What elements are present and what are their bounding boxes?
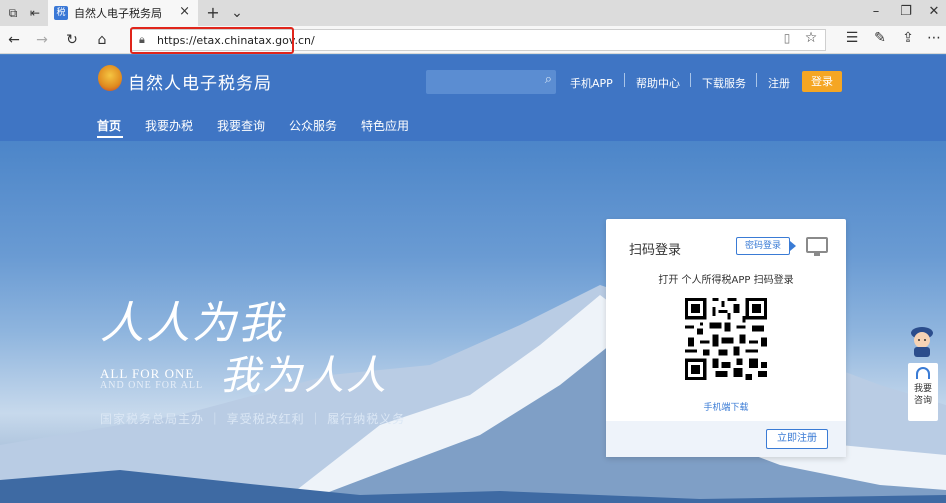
tab-actions-icon[interactable]: ⧉: [4, 4, 22, 22]
browser-tab-bar: ⧉ ⇤ 税 自然人电子税务局 × + ⌄ – ❐ ✕: [0, 0, 946, 26]
tax-emblem-icon: [98, 65, 122, 91]
login-button[interactable]: 登录: [802, 71, 842, 92]
menu-active-indicator: [97, 136, 123, 138]
tab-close-icon[interactable]: ×: [179, 4, 190, 19]
share-icon[interactable]: ⇪: [898, 30, 918, 46]
mobile-download-link[interactable]: 手机端下载: [606, 400, 846, 413]
tab-favicon-icon: 税: [54, 6, 68, 20]
home-icon[interactable]: ⌂: [92, 30, 112, 50]
slogan-cn-line2: 我为人人: [220, 353, 388, 399]
link-mobile-app[interactable]: 手机APP: [570, 75, 613, 91]
tab-list-icon[interactable]: ⌄: [228, 4, 246, 22]
tab-back-icon[interactable]: ⇤: [26, 4, 44, 22]
site-page: 自然人电子税务局 ⌕ 手机APP 帮助中心 下载服务 注册 登录 首页 我要办税…: [0, 55, 946, 503]
reading-view-icon[interactable]: ▯: [777, 31, 797, 45]
divider: [690, 73, 691, 87]
slogan-en-line2: AND ONE FOR ALL: [100, 380, 204, 391]
divider: [756, 73, 757, 87]
minimize-icon[interactable]: –: [866, 4, 886, 19]
qr-login-title: 扫码登录: [629, 243, 682, 258]
link-register[interactable]: 注册: [768, 75, 790, 91]
slogan-cn-line1: 人人为我: [100, 298, 284, 349]
divider: [624, 73, 625, 87]
search-icon[interactable]: ⌕: [545, 72, 552, 87]
consult-label-line1: 我要: [913, 384, 932, 394]
browser-tab[interactable]: 税 自然人电子税务局 ×: [48, 0, 198, 26]
menu-home[interactable]: 首页: [97, 117, 121, 134]
close-window-icon[interactable]: ✕: [924, 4, 944, 19]
menu-query[interactable]: 我要查询: [217, 117, 265, 134]
notes-pen-icon[interactable]: ✎: [870, 30, 890, 46]
back-icon[interactable]: ←: [4, 30, 24, 50]
menu-tax-service[interactable]: 我要办税: [145, 117, 193, 134]
consult-label: 我要 咨询: [908, 383, 938, 407]
site-header: 自然人电子税务局 ⌕ 手机APP 帮助中心 下载服务 注册 登录 首页 我要办税…: [0, 55, 946, 141]
consult-widget[interactable]: 我要 咨询: [908, 363, 938, 421]
favorites-icon[interactable]: ☰: [842, 30, 862, 46]
register-now-button[interactable]: 立即注册: [766, 429, 828, 449]
qr-login-hint: 打开 个人所得税APP 扫码登录: [658, 275, 794, 286]
hero-tagline: 国家税务总局主办 ｜ 享受税改红利 ｜ 履行纳税义务: [100, 412, 406, 426]
menu-public-service[interactable]: 公众服务: [289, 117, 337, 134]
address-bar: ← → ↻ ⌂ 🔒︎ https://etax.chinatax.gov.cn/…: [0, 26, 946, 54]
password-login-button[interactable]: 密码登录: [736, 237, 790, 255]
url-highlight-box: [130, 27, 294, 54]
arrow-right-icon: [790, 241, 796, 251]
headset-icon: [916, 367, 930, 379]
restore-icon[interactable]: ❐: [896, 4, 916, 19]
menu-featured-apps[interactable]: 特色应用: [361, 117, 409, 134]
consult-label-line2: 咨询: [913, 396, 932, 406]
qr-login-card: 扫码登录 密码登录 打开 个人所得税APP 扫码登录 手机端下载 立即注册: [606, 219, 846, 457]
qr-code: [682, 295, 770, 383]
tax-officer-avatar-icon[interactable]: [908, 325, 936, 357]
site-search-input[interactable]: ⌕: [426, 70, 556, 94]
new-tab-icon[interactable]: +: [204, 4, 222, 22]
more-icon[interactable]: ⋯: [924, 30, 944, 46]
site-title[interactable]: 自然人电子税务局: [128, 69, 272, 94]
link-help-center[interactable]: 帮助中心: [636, 75, 680, 91]
favorite-star-icon[interactable]: ☆: [801, 30, 821, 46]
card-footer: 立即注册: [606, 421, 846, 457]
refresh-icon[interactable]: ↻: [62, 30, 82, 50]
forward-icon[interactable]: →: [32, 30, 52, 50]
link-download-service[interactable]: 下载服务: [702, 75, 746, 91]
monitor-icon[interactable]: [806, 237, 828, 256]
tab-title: 自然人电子税务局: [74, 7, 162, 20]
